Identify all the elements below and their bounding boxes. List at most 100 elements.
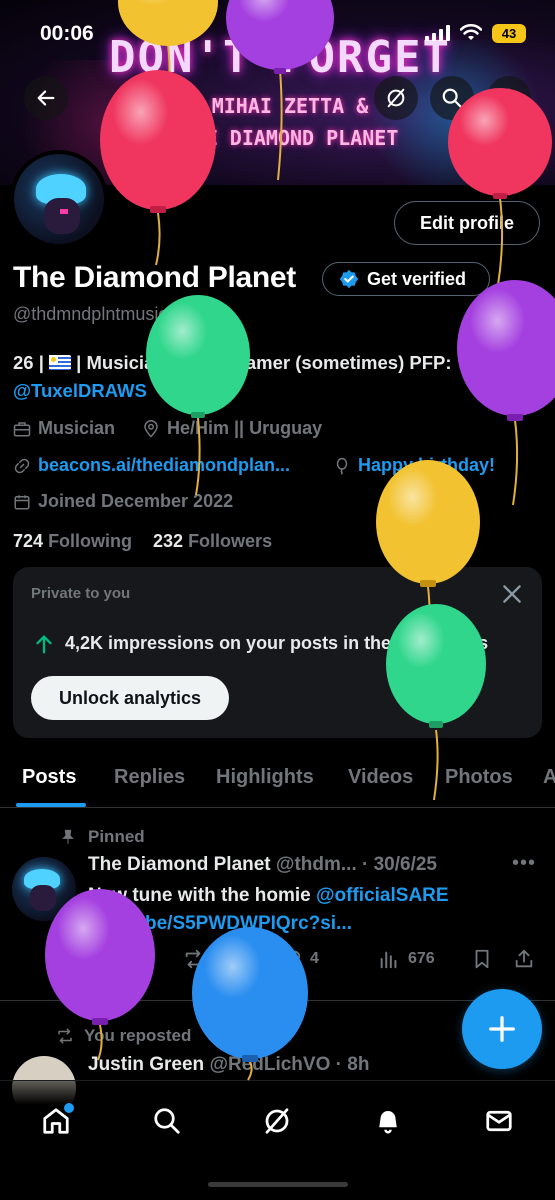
grok-button[interactable] <box>374 76 418 120</box>
private-analytics-card: Private to you 4,2K impressions on your … <box>13 567 542 738</box>
profile-location: He/Him || Uruguay <box>142 418 322 439</box>
post-body: New tune with the homie <box>88 885 317 906</box>
repost-indicator: You reposted <box>56 1026 191 1046</box>
repost-button[interactable]: 1 <box>183 948 222 970</box>
tab-videos[interactable]: Videos <box>348 766 413 789</box>
following-label: Following <box>48 531 133 551</box>
search-icon <box>154 1108 180 1134</box>
verified-badge-icon <box>339 269 359 289</box>
share-button[interactable] <box>487 76 531 120</box>
mail-icon <box>486 1110 512 1132</box>
post-header: Justin Green @RedLichVO · 8h <box>88 1054 369 1076</box>
link-icon <box>14 458 30 473</box>
avatar-face <box>30 885 56 911</box>
status-time: 00:06 <box>40 22 94 45</box>
impressions-text: 4,2K impressions on your posts in the la… <box>65 633 489 653</box>
profile-bio: 26 | | Musician/DJ | Streamer (sometimes… <box>13 349 543 405</box>
post-author[interactable]: The Diamond Planet <box>88 854 271 875</box>
more-options-icon[interactable]: ••• <box>512 852 536 875</box>
close-icon[interactable] <box>499 581 525 607</box>
reply-icon <box>90 950 108 970</box>
nav-home[interactable] <box>36 1101 76 1141</box>
uruguay-flag-icon <box>49 355 72 370</box>
wifi-icon <box>460 24 482 40</box>
post-mention-link[interactable]: @officialSARE <box>316 885 449 906</box>
pin-icon <box>62 829 74 844</box>
signal-icon <box>425 25 450 41</box>
status-bar: 00:06 43 <box>0 0 555 64</box>
profile-tabs: Posts Replies Highlights Videos Photos A <box>0 752 555 808</box>
bell-icon <box>379 1111 397 1134</box>
profile-website[interactable]: beacons.ai/thediamondplan... <box>13 455 290 476</box>
post-avatar[interactable] <box>12 857 76 921</box>
notification-dot <box>64 1103 74 1113</box>
post-url-link[interactable]: youtu.be/S5PWDWPIQrc?si... <box>88 913 352 934</box>
grok-icon <box>265 1108 289 1134</box>
heart-icon <box>281 950 301 968</box>
grok-icon <box>387 88 405 108</box>
tab-replies[interactable]: Replies <box>114 766 185 789</box>
views-count: 676 <box>408 950 435 967</box>
views-button[interactable]: 676 <box>378 948 435 970</box>
profile-avatar[interactable] <box>10 150 108 248</box>
bio-mention-link[interactable]: @TuxelDRAWS <box>13 380 147 401</box>
followers-count[interactable]: 232 Followers <box>153 531 272 552</box>
birthday-label: Happy birthday! <box>358 455 496 475</box>
category-label: Musician <box>38 418 116 438</box>
unlock-analytics-button[interactable]: Unlock analytics <box>31 676 229 720</box>
avatar-face <box>44 198 80 234</box>
search-button[interactable] <box>430 76 474 120</box>
reply-button[interactable]: 1 <box>88 948 127 970</box>
like-button[interactable]: 4 <box>280 948 319 970</box>
tab-articles[interactable]: A <box>543 766 555 789</box>
followers-number: 232 <box>153 531 184 551</box>
arrow-up-icon <box>36 635 52 654</box>
bookmark-button[interactable] <box>471 948 501 970</box>
post-meta: @RedLichVO · 8h <box>209 1054 370 1075</box>
banner-subtitle-line: THE DIAMOND PLANET <box>181 126 399 150</box>
get-verified-button[interactable]: Get verified <box>322 262 490 296</box>
tab-highlights[interactable]: Highlights <box>216 766 314 789</box>
back-arrow-icon <box>37 90 55 106</box>
like-count: 4 <box>310 950 319 967</box>
balloon-icon <box>336 457 348 475</box>
search-icon <box>442 88 462 108</box>
tab-photos[interactable]: Photos <box>445 766 513 789</box>
repost-icon <box>58 1028 72 1044</box>
followers-label: Followers <box>188 531 273 551</box>
views-icon <box>380 951 397 969</box>
bio-text: | Musician/DJ | Streamer (sometimes) PFP… <box>71 352 452 373</box>
nav-grok[interactable] <box>257 1101 297 1141</box>
post-header: The Diamond Planet @thdm... · 30/6/25 <box>88 854 437 876</box>
bio-text: 26 | <box>13 352 44 373</box>
calendar-icon <box>14 494 30 509</box>
nav-messages[interactable] <box>479 1101 519 1141</box>
post-author[interactable]: Justin Green <box>88 1054 204 1075</box>
post-text: New tune with the homie @officialSARE yo… <box>88 882 528 938</box>
plus-icon <box>489 1016 515 1042</box>
nav-search[interactable] <box>147 1101 187 1141</box>
post-actions: 1 1 4 676 <box>88 945 543 975</box>
tab-posts[interactable]: Posts <box>22 766 76 789</box>
home-indicator <box>208 1182 348 1187</box>
post-share-button[interactable] <box>513 948 543 970</box>
compose-post-button[interactable] <box>462 989 542 1069</box>
avatar-eye <box>60 209 68 214</box>
repost-label: You reposted <box>84 1026 192 1045</box>
edit-profile-button[interactable]: Edit profile <box>394 201 540 245</box>
bookmark-icon <box>475 949 489 969</box>
profile-handle: @thdmndplntmusic <box>13 304 168 324</box>
website-link[interactable]: beacons.ai/thediamondplan... <box>38 455 290 476</box>
back-button[interactable] <box>24 76 68 120</box>
repost-count: 1 <box>213 950 222 967</box>
following-count[interactable]: 724 Following <box>13 531 132 552</box>
nav-notifications[interactable] <box>368 1101 408 1141</box>
share-icon <box>515 949 533 968</box>
get-verified-label: Get verified <box>367 268 467 289</box>
battery-icon: 43 <box>492 24 526 43</box>
location-label: He/Him || Uruguay <box>167 418 323 438</box>
profile-category: Musician <box>13 418 115 439</box>
following-number: 724 <box>13 531 44 551</box>
pinned-label: Pinned <box>88 827 145 846</box>
post-meta: @thdm... · 30/6/25 <box>275 854 437 875</box>
